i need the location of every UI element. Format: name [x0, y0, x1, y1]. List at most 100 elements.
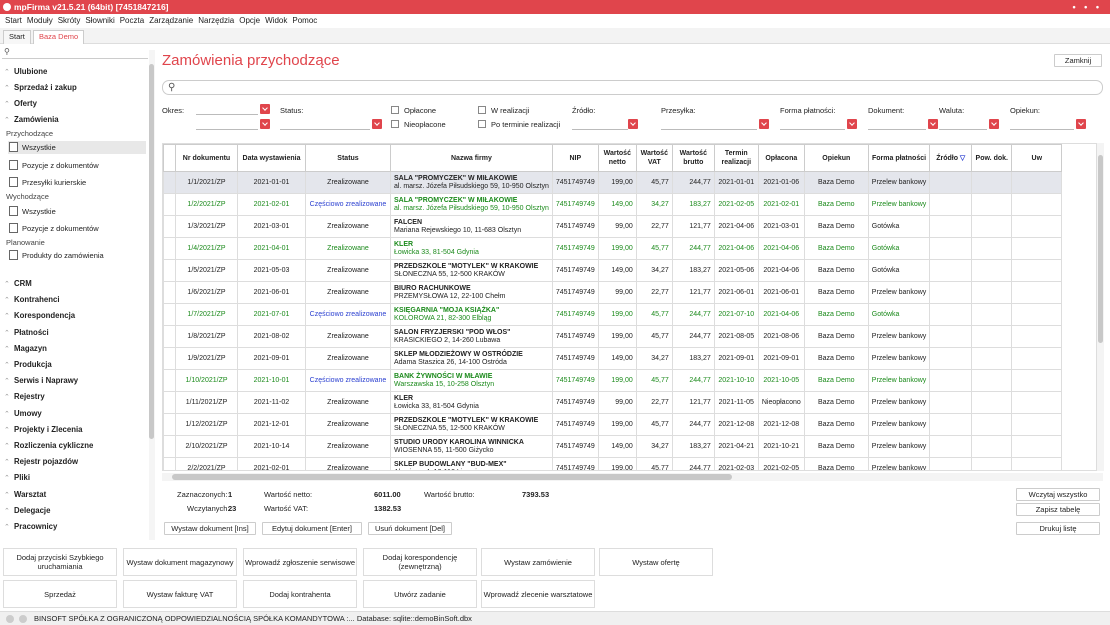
forma-platnosci-field[interactable]: [780, 119, 845, 130]
column-header[interactable]: Nazwa firmy: [390, 144, 553, 172]
menu-item[interactable]: Pomoc: [292, 16, 317, 25]
print-list-button[interactable]: Drukuj listę: [1016, 522, 1100, 535]
column-header[interactable]: Data wystawienia: [237, 144, 306, 172]
quick-launch-button[interactable]: Sprzedaż: [3, 580, 117, 608]
okres-to-field[interactable]: [196, 119, 258, 130]
table-row[interactable]: 1/12/2021/ZP 2021-12-01 Zrealizowane PRZEDS…: [163, 413, 1063, 436]
table-row[interactable]: 1/10/2021/ZP 2021-10-01 Częściowo zrealizo…: [163, 369, 1063, 392]
menu-item[interactable]: Widok: [265, 16, 287, 25]
window-controls[interactable]: • • •: [1073, 0, 1102, 14]
table-row[interactable]: 1/7/2021/ZP 2021-07-01 Częściowo zrealizow…: [163, 303, 1063, 326]
edit-document-button[interactable]: Edytuj dokument [Enter]: [262, 522, 362, 535]
dokument-dropdown[interactable]: [928, 119, 938, 129]
save-table-button[interactable]: Zapisz tabelę: [1016, 503, 1100, 516]
table-row[interactable]: 1/2/2021/ZP 2021-02-01 Częściowo zrealizow…: [163, 193, 1063, 216]
sidebar-item[interactable]: Wszystkie: [8, 205, 146, 218]
quick-launch-button[interactable]: Wystaw dokument magazynowy: [123, 548, 237, 576]
menu-item[interactable]: Opcje: [239, 16, 260, 25]
forma-platnosci-dropdown[interactable]: [847, 119, 857, 129]
quick-launch-button[interactable]: Wystaw fakturę VAT: [123, 580, 237, 608]
status-dropdown[interactable]: [372, 119, 382, 129]
sidebar-section[interactable]: Magazyn: [4, 343, 47, 355]
przesylka-dropdown[interactable]: [759, 119, 769, 129]
sidebar-section[interactable]: Ulubione: [4, 66, 47, 78]
sidebar-section[interactable]: Płatności: [4, 327, 49, 339]
table-row[interactable]: 1/6/2021/ZP 2021-06-01 Zrealizowane BIURO R…: [163, 281, 1063, 304]
menu-item[interactable]: Start: [5, 16, 22, 25]
table-row[interactable]: 1/8/2021/ZP 2021-08-02 Zrealizowane SALON F…: [163, 325, 1063, 348]
table-horizontal-scrollbar[interactable]: [162, 473, 1103, 481]
delete-document-button[interactable]: Usuń dokument [Del]: [368, 522, 452, 535]
sidebar-section[interactable]: Serwis i Naprawy: [4, 375, 78, 387]
column-header[interactable]: Wartość brutto: [671, 144, 715, 172]
sidebar-scrollbar[interactable]: [149, 50, 155, 540]
menu-item[interactable]: Zarządzanie: [149, 16, 193, 25]
column-header[interactable]: Status: [305, 144, 391, 172]
tab-start[interactable]: Start: [3, 30, 31, 44]
table-row[interactable]: 2/2/2021/ZP 2021-02-01 Zrealizowane SKLEP B…: [163, 457, 1063, 470]
table-row[interactable]: 1/9/2021/ZP 2021-09-01 Zrealizowane SKLEP M…: [163, 347, 1063, 370]
sidebar-section[interactable]: Delegacje: [4, 505, 50, 517]
sidebar-item[interactable]: Pozycje z dokumentów: [8, 222, 146, 235]
column-header[interactable]: Termin realizacji: [713, 144, 759, 172]
okres-from-field[interactable]: [196, 104, 258, 115]
sidebar-section[interactable]: CRM: [4, 278, 32, 290]
column-header[interactable]: Wartość netto: [597, 144, 637, 172]
sidebar-section[interactable]: Projekty i Zlecenia: [4, 424, 82, 436]
menu-item[interactable]: Słowniki: [85, 16, 114, 25]
quick-launch-button[interactable]: Wystaw ofertę: [599, 548, 713, 576]
sidebar-section[interactable]: Pliki: [4, 472, 30, 484]
table-row[interactable]: 1/11/2021/ZP 2021-11-02 Zrealizowane KLER Ło…: [163, 391, 1063, 414]
opiekun-dropdown[interactable]: [1076, 119, 1086, 129]
zrodlo-dropdown[interactable]: [628, 119, 638, 129]
oplacone-checkbox[interactable]: [391, 106, 399, 114]
dokument-field[interactable]: [868, 119, 926, 130]
menu-item[interactable]: Narzędzia: [198, 16, 234, 25]
sidebar-section[interactable]: Pracownicy: [4, 521, 57, 533]
sidebar-item[interactable]: Pozycje z dokumentów: [8, 159, 146, 172]
sidebar-section[interactable]: Zamówienia: [4, 114, 59, 126]
okres-from-dropdown[interactable]: [260, 104, 270, 114]
nieoplacone-checkbox[interactable]: [391, 120, 399, 128]
quick-launch-button[interactable]: Dodaj przyciski Szybkiego uruchamiania: [3, 548, 117, 576]
sidebar-section[interactable]: Rejestry: [4, 391, 45, 403]
quick-launch-button[interactable]: Utwórz zadanie: [363, 580, 477, 608]
table-row[interactable]: 1/1/2021/ZP 2021-01-01 Zrealizowane SALA "P…: [163, 171, 1063, 194]
column-header[interactable]: Nr dokumentu: [175, 144, 238, 172]
sidebar-section[interactable]: Umowy: [4, 408, 42, 420]
column-header[interactable]: Wartość VAT: [635, 144, 673, 172]
przesylka-field[interactable]: [661, 119, 757, 130]
column-header[interactable]: Opłacona: [757, 144, 805, 172]
sidebar-search-input[interactable]: ⚲: [2, 47, 148, 59]
menu-item[interactable]: Moduły: [27, 16, 53, 25]
waluta-dropdown[interactable]: [989, 119, 999, 129]
column-header[interactable]: Uw: [1011, 144, 1063, 172]
okres-to-dropdown[interactable]: [260, 119, 270, 129]
sidebar-item[interactable]: Produkty do zamówienia: [8, 249, 146, 262]
quick-launch-button[interactable]: Wprowadź zgłoszenie serwisowe: [243, 548, 357, 576]
po-terminie-checkbox[interactable]: [478, 120, 486, 128]
column-header[interactable]: Opiekun: [803, 144, 869, 172]
close-button[interactable]: Zamknij: [1054, 54, 1102, 67]
sidebar-section[interactable]: Rejestr pojazdów: [4, 456, 78, 468]
table-row[interactable]: 1/5/2021/ZP 2021-05-03 Zrealizowane PRZEDSZ…: [163, 259, 1063, 282]
search-input[interactable]: ⚲: [162, 80, 1103, 95]
sidebar-section[interactable]: Sprzedaż i zakup: [4, 82, 77, 94]
sidebar-section[interactable]: Warsztat: [4, 489, 46, 501]
sidebar-section[interactable]: Korespondencja: [4, 310, 75, 322]
waluta-field[interactable]: [939, 119, 987, 130]
quick-launch-button[interactable]: Dodaj kontrahenta: [243, 580, 357, 608]
status-field[interactable]: [280, 119, 370, 130]
add-document-button[interactable]: Wystaw dokument [Ins]: [164, 522, 256, 535]
zrodlo-field[interactable]: [572, 119, 628, 130]
w-realizacji-checkbox[interactable]: [478, 106, 486, 114]
column-header[interactable]: NIP: [551, 144, 599, 172]
sidebar-item[interactable]: Wszystkie: [8, 141, 146, 154]
table-row[interactable]: 2/10/2021/ZP 2021-10-14 Zrealizowane STUDIO…: [163, 435, 1063, 458]
quick-launch-button[interactable]: Wprowadź zlecenie warsztatowe: [481, 580, 595, 608]
tab-baza-demo[interactable]: Baza Demo: [33, 30, 85, 44]
filter-icon[interactable]: ▽: [958, 155, 965, 162]
sidebar-section[interactable]: Rozliczenia cykliczne: [4, 440, 93, 452]
sidebar-section[interactable]: Oferty: [4, 98, 37, 110]
sidebar-section[interactable]: Produkcja: [4, 359, 52, 371]
